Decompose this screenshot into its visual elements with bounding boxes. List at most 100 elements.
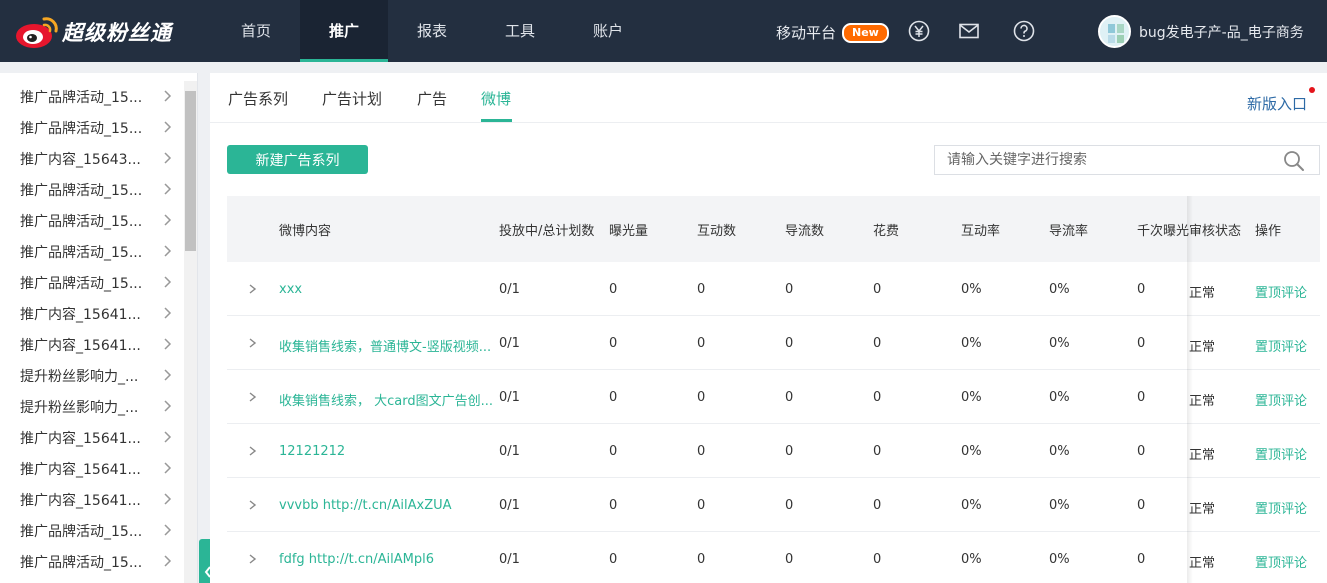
table-row[interactable]: 12121212 0/1 0 0 0 0 0% 0% 0 正常 置顶评论	[227, 424, 1320, 478]
mobile-platform-link[interactable]: 移动平台 New	[776, 22, 889, 43]
expand-row-icon[interactable]	[247, 282, 259, 296]
pin-comment-link[interactable]: 置顶评论	[1255, 390, 1307, 409]
sidebar-item-label: 推广内容_15641...	[20, 461, 141, 478]
table-row[interactable]: fdfg http://t.cn/AilAMpl6 0/1 0 0 0 0 0% 0% 0 正常置…	[227, 532, 1320, 583]
cell-traffic_rate: 0%	[1049, 552, 1070, 567]
column-header: 操作	[1255, 224, 1282, 239]
new-version-link[interactable]: 新版入口	[1247, 93, 1307, 114]
cell-cost: 0	[873, 552, 882, 567]
tab-ad[interactable]: 广告	[417, 88, 447, 109]
help-icon[interactable]	[1013, 20, 1035, 42]
new-campaign-series-button[interactable]: 新建广告系列	[227, 145, 368, 174]
cell-interaction_rate: 0%	[961, 390, 982, 405]
cell-traffic_rate: 0%	[1049, 444, 1070, 459]
sidebar-item[interactable]: 推广内容_15641...	[0, 329, 182, 360]
cell-cpm: 0	[1137, 498, 1146, 513]
weibo-content-link[interactable]: 12121212	[279, 444, 345, 459]
table-row[interactable]: 收集销售线索，普通博文-竖版视频... 0/1 0 0 0 0 0% 0% 0 正常 置顶评论	[227, 316, 1320, 370]
tab-weibo[interactable]: 微博	[481, 88, 511, 109]
brand-logo[interactable]: 超级粉丝通	[14, 12, 172, 52]
nav-item-2[interactable]: 报表	[388, 0, 476, 62]
sidebar-item[interactable]: 推广品牌活动_15...	[0, 205, 182, 236]
search-box	[934, 145, 1320, 175]
expand-row-icon[interactable]	[247, 390, 259, 404]
table-header: 微博内容 投放中/总计划数 曝光量 互动数 导流数 花费 互动率 导流率 千次曝光 审核状态 操作	[227, 196, 1320, 262]
sidebar-item[interactable]: 推广品牌活动_15...	[0, 236, 182, 267]
sidebar-item[interactable]: 推广内容_15641...	[0, 484, 182, 515]
sidebar-item-label: 推广品牌活动_15...	[20, 244, 143, 261]
weibo-content-link[interactable]: fdfg http://t.cn/AilAMpl6	[279, 552, 434, 567]
cell-cost: 0	[873, 390, 882, 405]
sidebar-scrollbar[interactable]	[184, 81, 197, 583]
sidebar-item-label: 提升粉丝影响力_...	[20, 368, 139, 385]
sidebar-item-label: 推广品牌活动_15...	[20, 120, 143, 137]
cell-traffic: 0	[785, 282, 794, 297]
weibo-content-link[interactable]: vvvbb http://t.cn/AilAxZUA	[279, 498, 452, 513]
weibo-logo-icon	[16, 17, 58, 48]
chevron-right-icon	[164, 152, 172, 164]
nav-item-0[interactable]: 首页	[212, 0, 300, 62]
pin-comment-link[interactable]: 置顶评论	[1255, 282, 1307, 301]
table-row[interactable]: vvvbb http://t.cn/AilAxZUA 0/1 0 0 0 0 0% 0% 0 正常…	[227, 478, 1320, 532]
search-icon[interactable]	[1283, 150, 1305, 172]
yen-icon[interactable]	[908, 20, 930, 42]
column-header: 曝光量	[609, 224, 649, 239]
sidebar-item[interactable]: 推广内容_15641...	[0, 298, 182, 329]
expand-row-icon[interactable]	[247, 498, 259, 512]
cell-cost: 0	[873, 282, 882, 297]
mail-icon[interactable]	[958, 20, 980, 42]
weibo-content-link[interactable]: 收集销售线索，普通博文-竖版视频...	[279, 336, 491, 355]
expand-row-icon[interactable]	[247, 444, 259, 458]
brand-name: 超级粉丝通	[62, 21, 172, 45]
chevron-right-icon	[164, 245, 172, 257]
search-input[interactable]	[935, 146, 1275, 174]
sidebar-item[interactable]: 提升粉丝影响力_...	[0, 391, 182, 422]
cell-traffic: 0	[785, 498, 794, 513]
sidebar-item[interactable]: 推广品牌活动_15...	[0, 81, 182, 112]
top-navbar: 超级粉丝通 首页 推广 报表 工具 账户 移动平台 New bug发电子产-品_电子商务	[0, 0, 1327, 62]
cell-exposure: 0	[609, 444, 618, 459]
nav-item-4[interactable]: 账户	[564, 0, 652, 62]
weibo-content-link[interactable]: xxx	[279, 282, 302, 297]
chevron-right-icon	[164, 90, 172, 102]
sidebar-item[interactable]: 推广品牌活动_15...	[0, 515, 182, 546]
scrollbar-thumb[interactable]	[185, 91, 196, 251]
chevron-right-icon	[164, 555, 172, 567]
pin-comment-link[interactable]: 置顶评论	[1255, 552, 1307, 571]
tab-campaign-series[interactable]: 广告系列	[228, 88, 288, 109]
sidebar-item[interactable]: 推广品牌活动_15...	[0, 174, 182, 205]
sidebar-item[interactable]: 推广品牌活动_15...	[0, 267, 182, 298]
chevron-right-icon	[164, 121, 172, 133]
user-menu[interactable]: bug发电子产-品_电子商务	[1098, 15, 1304, 48]
sidebar-item[interactable]: 推广内容_15641...	[0, 422, 182, 453]
sidebar-item-label: 推广品牌活动_15...	[20, 523, 143, 540]
chevron-right-icon	[164, 214, 172, 226]
cell-interactions: 0	[697, 444, 706, 459]
cell-plans: 0/1	[499, 498, 520, 513]
expand-row-icon[interactable]	[247, 336, 259, 350]
weibo-content-link[interactable]: 收集销售线索， 大card图文广告创...	[279, 390, 493, 409]
pin-comment-link[interactable]: 置顶评论	[1255, 336, 1307, 355]
sidebar-item[interactable]: 推广品牌活动_15...	[0, 112, 182, 143]
column-header: 花费	[873, 224, 900, 239]
table-row[interactable]: xxx 0/1 0 0 0 0 0% 0% 0 正常 置顶评论	[227, 262, 1320, 316]
sidebar-item-label: 推广品牌活动_15...	[20, 554, 143, 571]
nav-item-3[interactable]: 工具	[476, 0, 564, 62]
cell-interaction_rate: 0%	[961, 282, 982, 297]
pin-comment-link[interactable]: 置顶评论	[1255, 498, 1307, 517]
column-header: 微博内容	[279, 224, 332, 239]
sidebar-item[interactable]: 提升粉丝影响力_...	[0, 360, 182, 391]
sidebar-item[interactable]: 推广内容_15643...	[0, 143, 182, 174]
sidebar-item[interactable]: 推广内容_15641...	[0, 453, 182, 484]
sidebar-item-label: 推广品牌活动_15...	[20, 275, 143, 292]
nav-item-1[interactable]: 推广	[300, 0, 388, 62]
sidebar-item[interactable]: 推广品牌活动_15...	[0, 546, 182, 577]
cell-cost: 0	[873, 336, 882, 351]
tab-campaign-plan[interactable]: 广告计划	[322, 88, 382, 109]
expand-row-icon[interactable]	[247, 552, 259, 566]
pin-comment-link[interactable]: 置顶评论	[1255, 444, 1307, 463]
sidebar-list: 推广品牌活动_15... 推广品牌活动_15... 推广内容_15643... 推广品…	[0, 81, 182, 577]
user-name: bug发电子产-品_电子商务	[1139, 24, 1304, 41]
cell-interactions: 0	[697, 390, 706, 405]
table-row[interactable]: 收集销售线索， 大card图文广告创... 0/1 0 0 0 0 0% 0% 0 正常 置顶评论	[227, 370, 1320, 424]
